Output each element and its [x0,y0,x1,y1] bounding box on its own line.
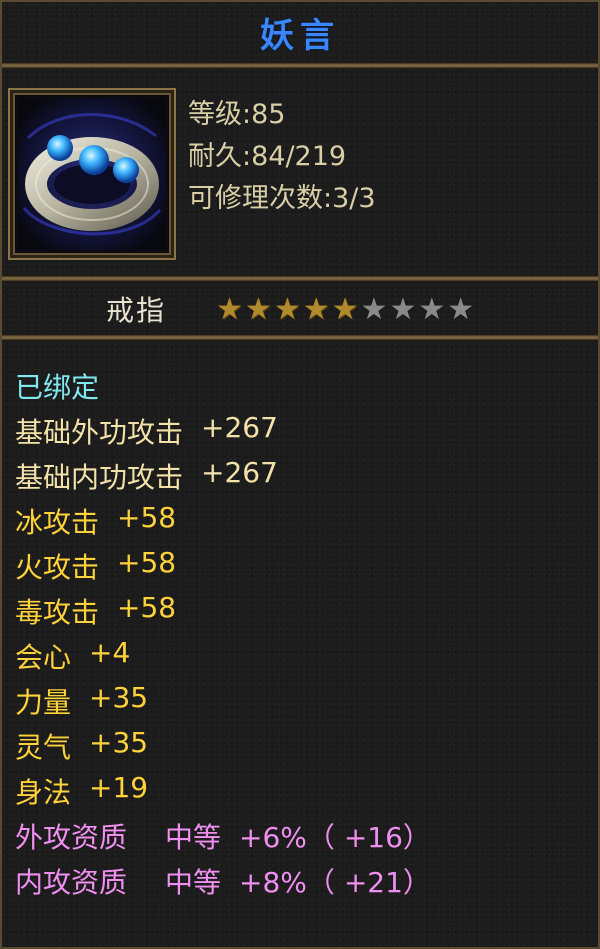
item-repair-count: 可修理次数:3/3 [188,183,376,214]
stat-value: +267 [201,411,278,444]
quality-grade: 中等 [165,866,222,899]
stat-row: 基础内功攻击 +267 [15,456,278,496]
stat-name: 冰攻击 [15,506,100,539]
divider [2,334,598,341]
quality-value: +6%（ +16） [239,821,431,854]
stat-name: 力量 [15,686,72,719]
divider [2,275,598,282]
stat-value: +35 [89,681,149,714]
stat-name: 基础外功攻击 [15,416,184,449]
stat-name: 身法 [15,776,72,809]
stat-row: 火攻击 +58 [15,546,176,586]
quality-row: 内攻资质 中等 +8%（ +21） [15,861,431,901]
ring-with-blue-gems-icon [18,98,166,250]
stat-row: 会心 +4 [15,636,130,676]
stat-name: 毒攻击 [15,596,100,629]
stat-value: +58 [117,591,177,624]
bound-status: 已绑定 [15,371,100,404]
star-empty-icon: ★ [418,292,446,327]
item-durability: 耐久:84/219 [188,141,347,172]
quality-name: 内攻资质 [15,866,128,899]
star-empty-icon: ★ [447,292,475,327]
item-level: 等级:85 [188,99,286,130]
item-icon-frame [8,88,176,260]
star-filled-icon: ★ [302,292,330,327]
stat-row: 毒攻击 +58 [15,591,176,631]
stat-value: +58 [117,546,177,579]
quality-value: +8%（ +21） [239,866,431,899]
stat-name: 火攻击 [15,551,100,584]
stat-value: +19 [89,771,149,804]
stat-row: 身法 +19 [15,771,148,811]
star-empty-icon: ★ [360,292,388,327]
stat-value: +58 [117,501,177,534]
stat-name: 基础内功攻击 [15,461,184,494]
stat-value: +35 [89,726,149,759]
stat-value: +4 [89,636,131,669]
star-filled-icon: ★ [244,292,272,327]
quality-row: 外攻资质 中等 +6%（ +16） [15,816,431,856]
stat-row: 冰攻击 +58 [15,501,176,541]
stat-row: 力量 +35 [15,681,148,721]
item-name: 妖言 [260,15,340,56]
stat-name: 会心 [15,641,72,674]
stat-row: 基础外功攻击 +267 [15,411,278,451]
divider [2,62,598,69]
star-empty-icon: ★ [389,292,417,327]
star-filled-icon: ★ [273,292,301,327]
star-filled-icon: ★ [331,292,359,327]
stat-name: 灵气 [15,731,72,764]
quality-grade: 中等 [165,821,222,854]
item-type: 戒指 [106,294,167,327]
star-rating: ★ ★ ★ ★ ★ ★ ★ ★ ★ [216,293,474,327]
stat-row: 灵气 +35 [15,726,148,766]
item-tooltip: 妖言 等级:85 耐久:84/219 可修理次数:3/3 戒指 ★ ★ ★ ★ … [0,0,600,949]
title-bar: 妖言 [2,2,598,62]
quality-name: 外攻资质 [15,821,128,854]
stat-value: +267 [201,456,278,489]
star-filled-icon: ★ [216,292,243,327]
